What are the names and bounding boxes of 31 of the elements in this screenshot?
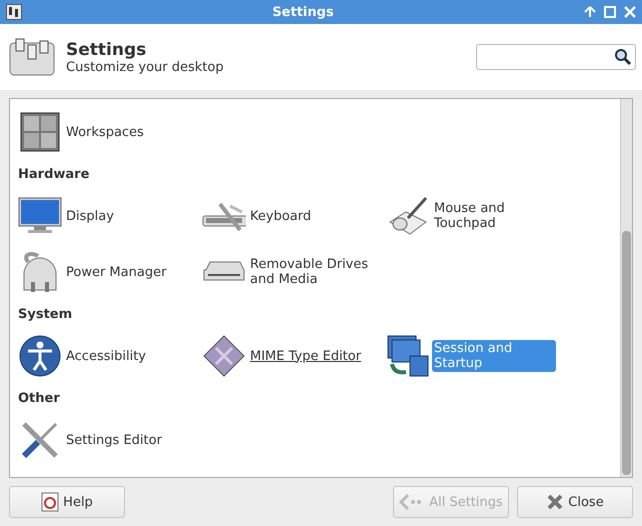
settings-item[interactable]: Settings Editor [64, 432, 164, 448]
search-field[interactable] [476, 44, 636, 70]
window-title: Settings [271, 4, 335, 20]
section-heading: System [18, 306, 74, 324]
header-title: Settings [66, 40, 148, 60]
close-icon [546, 493, 564, 511]
settings-item[interactable]: Mouse and Touchpad [432, 200, 556, 232]
app-icon [6, 4, 22, 20]
arrow-up-icon[interactable] [584, 6, 596, 18]
header-subtitle: Customize your desktop [66, 60, 224, 74]
settings-item[interactable]: Removable Drives and Media [248, 256, 372, 288]
grid-icon [18, 110, 62, 154]
section-heading: Hardware [18, 166, 90, 184]
accessibility-icon [18, 334, 62, 378]
maximize-icon[interactable] [604, 6, 616, 18]
settings-item[interactable]: Accessibility [64, 348, 148, 364]
diamond-icon [202, 334, 246, 378]
scrollbar[interactable] [620, 99, 632, 477]
settings-item[interactable]: Keyboard [248, 208, 314, 224]
settings-item[interactable]: MIME Type Editor [248, 348, 364, 364]
settings-item[interactable]: Display [64, 208, 116, 224]
section-heading: Other [18, 390, 61, 408]
settings-item[interactable]: Power Manager [64, 264, 168, 280]
search-icon [614, 48, 632, 66]
close-button[interactable]: Close [517, 486, 633, 518]
settings-item[interactable]: Workspaces [64, 124, 146, 140]
help-button[interactable]: Help [9, 486, 125, 518]
windows-disk-icon [386, 334, 430, 378]
close-icon[interactable] [624, 6, 636, 18]
scroll-thumb[interactable] [622, 231, 631, 475]
help-icon [41, 492, 60, 512]
